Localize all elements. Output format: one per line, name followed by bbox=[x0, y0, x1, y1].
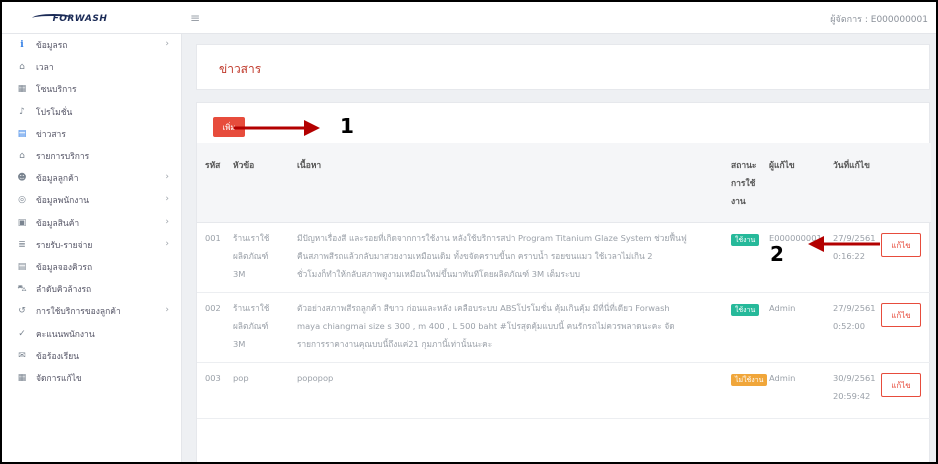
annotation-label-2: 2 bbox=[770, 242, 784, 266]
annotation-arrow-1 bbox=[234, 120, 880, 252]
app-window: FORWASH ≡ ผู้จัดการ : E000000001 i ข้อมู… bbox=[0, 0, 938, 464]
annotation-label-1: 1 bbox=[340, 114, 354, 138]
